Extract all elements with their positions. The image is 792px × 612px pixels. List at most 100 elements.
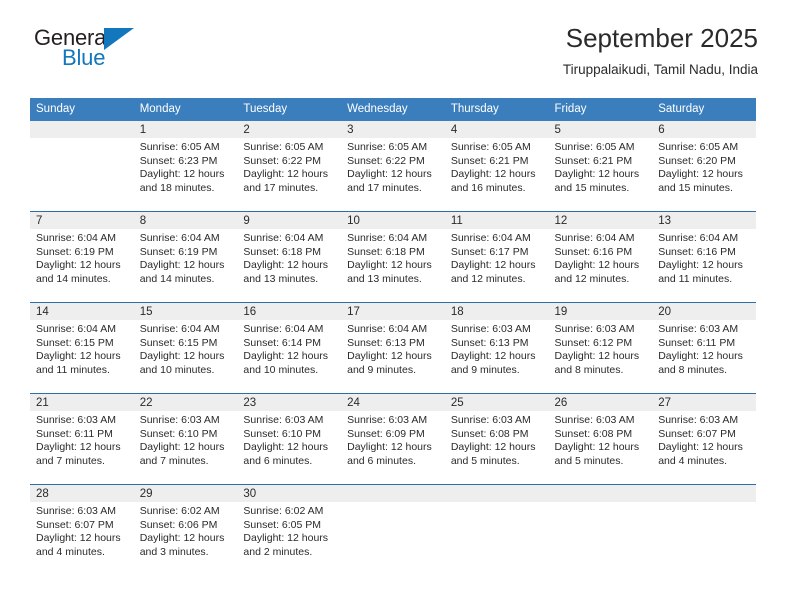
calendar-day-cell[interactable]: 16 Sunrise: 6:04 AM Sunset: 6:14 PM Dayligh… xyxy=(237,302,342,394)
daylight-text-line2: and 8 minutes. xyxy=(658,363,728,376)
calendar-day-cell[interactable]: 19 Sunrise: 6:03 AM Sunset: 6:12 PM Dayligh… xyxy=(548,302,653,394)
page-header: General Blue September 2025 Tiruppalaiku… xyxy=(0,0,792,80)
sunset-text: Sunset: 6:14 PM xyxy=(243,336,322,349)
weekday-header-row: Sunday Monday Tuesday Wednesday Thursday… xyxy=(30,98,756,121)
calendar-day-cell[interactable]: 24 Sunrise: 6:03 AM Sunset: 6:09 PM Dayligh… xyxy=(341,393,445,485)
day-number: 25 xyxy=(444,394,549,411)
daylight-text-line1: Daylight: 12 hours xyxy=(243,350,329,363)
calendar-day-cell[interactable]: 23 Sunrise: 6:03 AM Sunset: 6:10 PM Dayligh… xyxy=(237,393,342,485)
calendar-day-cell[interactable]: 30 Sunrise: 6:02 AM Sunset: 6:05 PM Dayligh… xyxy=(237,484,342,575)
calendar-day-cell[interactable]: 6 Sunrise: 6:05 AM Sunset: 6:20 PM Daylight… xyxy=(652,121,756,212)
daylight-text-line2: and 10 minutes. xyxy=(243,363,319,376)
daylight-text-line2: and 14 minutes. xyxy=(36,272,111,285)
day-number: 20 xyxy=(652,303,756,320)
daylight-text-line2: and 2 minutes. xyxy=(243,545,313,558)
sunrise-text: Sunrise: 6:04 AM xyxy=(450,232,531,244)
calendar-day-cell[interactable]: 10 Sunrise: 6:04 AM Sunset: 6:18 PM Dayligh… xyxy=(341,211,445,303)
calendar-day-cell[interactable]: 12 Sunrise: 6:04 AM Sunset: 6:16 PM Dayligh… xyxy=(548,211,653,303)
daylight-text-line1: Daylight: 12 hours xyxy=(139,350,225,363)
calendar-day-cell[interactable]: 14 Sunrise: 6:04 AM Sunset: 6:15 PM Dayligh… xyxy=(30,302,134,394)
calendar-day-cell[interactable]: 26 Sunrise: 6:03 AM Sunset: 6:08 PM Dayligh… xyxy=(548,393,653,485)
day-details: Sunrise: 6:05 AM Sunset: 6:20 PM Daylight:… xyxy=(652,138,756,195)
daylight-text-line1: Daylight: 12 hours xyxy=(36,441,121,454)
day-details: Sunrise: 6:02 AM Sunset: 6:06 PM Daylight:… xyxy=(134,502,238,559)
general-blue-logo[interactable]: General Blue xyxy=(34,22,154,78)
day-number: 16 xyxy=(237,303,342,320)
sunset-text: Sunset: 6:18 PM xyxy=(243,245,322,258)
daylight-text-line1: Daylight: 12 hours xyxy=(139,168,225,181)
sunrise-text: Sunrise: 6:04 AM xyxy=(36,323,116,335)
calendar-day-cell[interactable]: 5 Sunrise: 6:05 AM Sunset: 6:21 PM Daylight… xyxy=(548,121,653,212)
day-details: Sunrise: 6:04 AM Sunset: 6:17 PM Daylight:… xyxy=(445,229,549,286)
calendar-day-cell[interactable]: 28 Sunrise: 6:03 AM Sunset: 6:07 PM Dayligh… xyxy=(30,484,134,575)
calendar-day-cell[interactable]: 22 Sunrise: 6:03 AM Sunset: 6:10 PM Dayligh… xyxy=(133,393,238,485)
daylight-text-line1: Daylight: 12 hours xyxy=(658,441,743,454)
day-details: Sunrise: 6:05 AM Sunset: 6:22 PM Daylight:… xyxy=(341,138,445,195)
daylight-text-line2: and 11 minutes. xyxy=(658,272,733,285)
calendar-header-row: Sunday Monday Tuesday Wednesday Thursday… xyxy=(30,98,756,121)
day-details: Sunrise: 6:04 AM Sunset: 6:14 PM Daylight:… xyxy=(237,320,341,377)
sunset-text: Sunset: 6:23 PM xyxy=(139,154,218,167)
calendar-day-cell[interactable]: 17 Sunrise: 6:04 AM Sunset: 6:13 PM Dayligh… xyxy=(341,302,445,394)
daylight-text-line2: and 14 minutes. xyxy=(139,272,215,285)
day-details: Sunrise: 6:03 AM Sunset: 6:07 PM Daylight:… xyxy=(30,502,134,559)
sunrise-text: Sunrise: 6:03 AM xyxy=(450,414,531,426)
calendar-day-cell[interactable]: 8 Sunrise: 6:04 AM Sunset: 6:19 PM Daylight… xyxy=(133,211,238,303)
sunrise-text: Sunrise: 6:05 AM xyxy=(243,141,324,153)
day-details: Sunrise: 6:03 AM Sunset: 6:13 PM Daylight:… xyxy=(445,320,549,377)
sunset-text: Sunset: 6:15 PM xyxy=(36,336,114,349)
day-number: 8 xyxy=(133,212,238,229)
daylight-text-line2: and 12 minutes. xyxy=(554,272,630,285)
calendar-day-cell[interactable]: 7 Sunrise: 6:04 AM Sunset: 6:19 PM Daylight… xyxy=(30,211,134,303)
calendar-day-cell[interactable]: 27 Sunrise: 6:03 AM Sunset: 6:07 PM Dayligh… xyxy=(652,393,756,485)
calendar-day-cell[interactable]: 21 Sunrise: 6:03 AM Sunset: 6:11 PM Dayligh… xyxy=(30,393,134,485)
daylight-text-line1: Daylight: 12 hours xyxy=(36,350,121,363)
daylight-text-line1: Daylight: 12 hours xyxy=(450,168,536,181)
sunset-text: Sunset: 6:16 PM xyxy=(554,245,633,258)
calendar-day-cell[interactable]: 11 Sunrise: 6:04 AM Sunset: 6:17 PM Dayligh… xyxy=(444,211,549,303)
calendar-day-cell[interactable]: 4 Sunrise: 6:05 AM Sunset: 6:21 PM Daylight… xyxy=(444,121,549,212)
day-details: Sunrise: 6:03 AM Sunset: 6:08 PM Daylight:… xyxy=(445,411,549,468)
sunrise-text: Sunrise: 6:03 AM xyxy=(554,323,635,335)
sunrise-text: Sunrise: 6:03 AM xyxy=(36,505,116,517)
calendar-day-cell[interactable]: 3 Sunrise: 6:05 AM Sunset: 6:22 PM Daylight… xyxy=(341,121,445,212)
calendar-day-cell[interactable]: 15 Sunrise: 6:04 AM Sunset: 6:15 PM Dayligh… xyxy=(133,302,238,394)
day-number: 24 xyxy=(341,394,445,411)
day-number: 23 xyxy=(237,394,342,411)
calendar-day-cell[interactable]: 13 Sunrise: 6:04 AM Sunset: 6:16 PM Dayligh… xyxy=(652,211,756,303)
calendar-day-cell[interactable]: 1 Sunrise: 6:05 AM Sunset: 6:23 PM Daylight… xyxy=(133,121,238,212)
sunrise-text: Sunrise: 6:03 AM xyxy=(36,414,116,426)
sunset-text: Sunset: 6:07 PM xyxy=(36,518,114,531)
calendar-day-cell[interactable]: 2 Sunrise: 6:05 AM Sunset: 6:22 PM Daylight… xyxy=(237,121,342,212)
sunset-text: Sunset: 6:18 PM xyxy=(347,245,425,258)
calendar-day-cell-empty xyxy=(548,484,653,575)
sunrise-text: Sunrise: 6:03 AM xyxy=(347,414,428,426)
day-number: 9 xyxy=(237,212,342,229)
calendar-day-cell[interactable]: 29 Sunrise: 6:02 AM Sunset: 6:06 PM Dayligh… xyxy=(133,484,238,575)
day-number xyxy=(444,485,549,502)
daylight-text-line1: Daylight: 12 hours xyxy=(139,532,225,545)
weekday-header-wednesday: Wednesday xyxy=(341,98,445,121)
sunrise-text: Sunrise: 6:03 AM xyxy=(139,414,220,426)
day-number: 30 xyxy=(237,485,342,502)
daylight-text-line1: Daylight: 12 hours xyxy=(347,441,432,454)
daylight-text-line2: and 16 minutes. xyxy=(450,181,526,194)
day-number: 3 xyxy=(341,121,445,138)
daylight-text-line2: and 18 minutes. xyxy=(139,181,215,194)
daylight-text-line2: and 6 minutes. xyxy=(243,454,313,467)
sunset-text: Sunset: 6:20 PM xyxy=(658,154,736,167)
daylight-text-line2: and 5 minutes. xyxy=(554,454,624,467)
daylight-text-line2: and 12 minutes. xyxy=(450,272,526,285)
daylight-text-line2: and 9 minutes. xyxy=(450,363,520,376)
sunrise-text: Sunrise: 6:04 AM xyxy=(347,323,428,335)
sunset-text: Sunset: 6:13 PM xyxy=(450,336,529,349)
calendar-day-cell[interactable]: 20 Sunrise: 6:03 AM Sunset: 6:11 PM Dayligh… xyxy=(652,302,756,394)
day-details: Sunrise: 6:03 AM Sunset: 6:07 PM Daylight:… xyxy=(652,411,756,468)
calendar-day-cell[interactable]: 9 Sunrise: 6:04 AM Sunset: 6:18 PM Daylight… xyxy=(237,211,342,303)
calendar-day-cell[interactable]: 18 Sunrise: 6:03 AM Sunset: 6:13 PM Dayligh… xyxy=(444,302,549,394)
day-details: Sunrise: 6:05 AM Sunset: 6:22 PM Daylight:… xyxy=(237,138,341,195)
weekday-header-saturday: Saturday xyxy=(652,98,756,121)
calendar-day-cell[interactable]: 25 Sunrise: 6:03 AM Sunset: 6:08 PM Dayligh… xyxy=(444,393,549,485)
day-number: 21 xyxy=(30,394,134,411)
calendar-week-row: 21 Sunrise: 6:03 AM Sunset: 6:11 PM Dayligh… xyxy=(30,393,756,485)
